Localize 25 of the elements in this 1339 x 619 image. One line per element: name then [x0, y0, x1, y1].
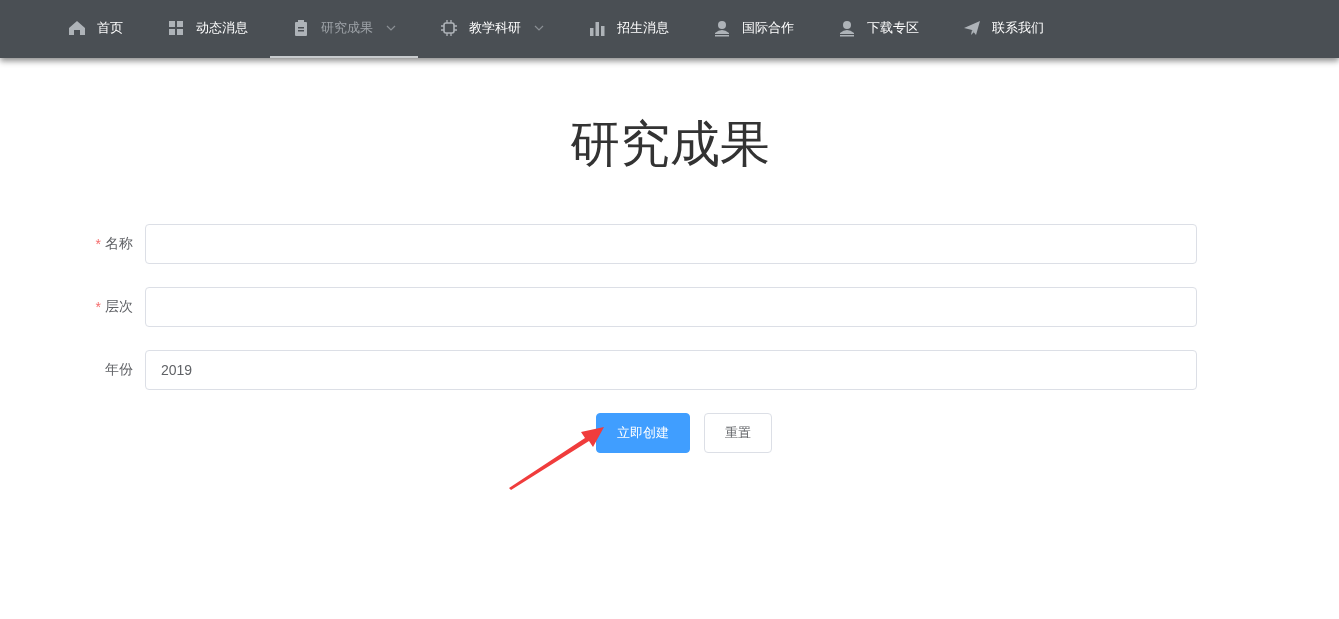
required-asterisk: *: [95, 236, 101, 252]
clipboard-icon: [292, 19, 310, 37]
nav-item[interactable]: 联系我们: [941, 0, 1066, 58]
bar-chart-icon: [588, 19, 606, 37]
field-label: 年份: [105, 361, 133, 379]
required-asterisk: *: [95, 299, 101, 315]
field-label: 层次: [105, 298, 133, 316]
field-label: 名称: [105, 235, 133, 253]
nav-item[interactable]: 招生消息: [566, 0, 691, 58]
nav-item[interactable]: 国际合作: [691, 0, 816, 58]
person-icon: [713, 19, 731, 37]
input-field[interactable]: [145, 287, 1197, 327]
nav-item[interactable]: 首页: [46, 0, 145, 58]
home-icon: [68, 19, 86, 37]
input-field[interactable]: 2019: [145, 350, 1197, 390]
chip-icon: [440, 19, 458, 37]
nav-item[interactable]: 下载专区: [816, 0, 941, 58]
nav-item[interactable]: 动态消息: [145, 0, 270, 58]
reset-button[interactable]: 重置: [704, 413, 772, 453]
input-field[interactable]: [145, 224, 1197, 264]
paper-plane-icon: [963, 19, 981, 37]
grid-icon: [167, 19, 185, 37]
nav-item[interactable]: 教学科研: [418, 0, 566, 58]
page-title: 研究成果: [568, 115, 771, 174]
person-icon: [838, 19, 856, 37]
